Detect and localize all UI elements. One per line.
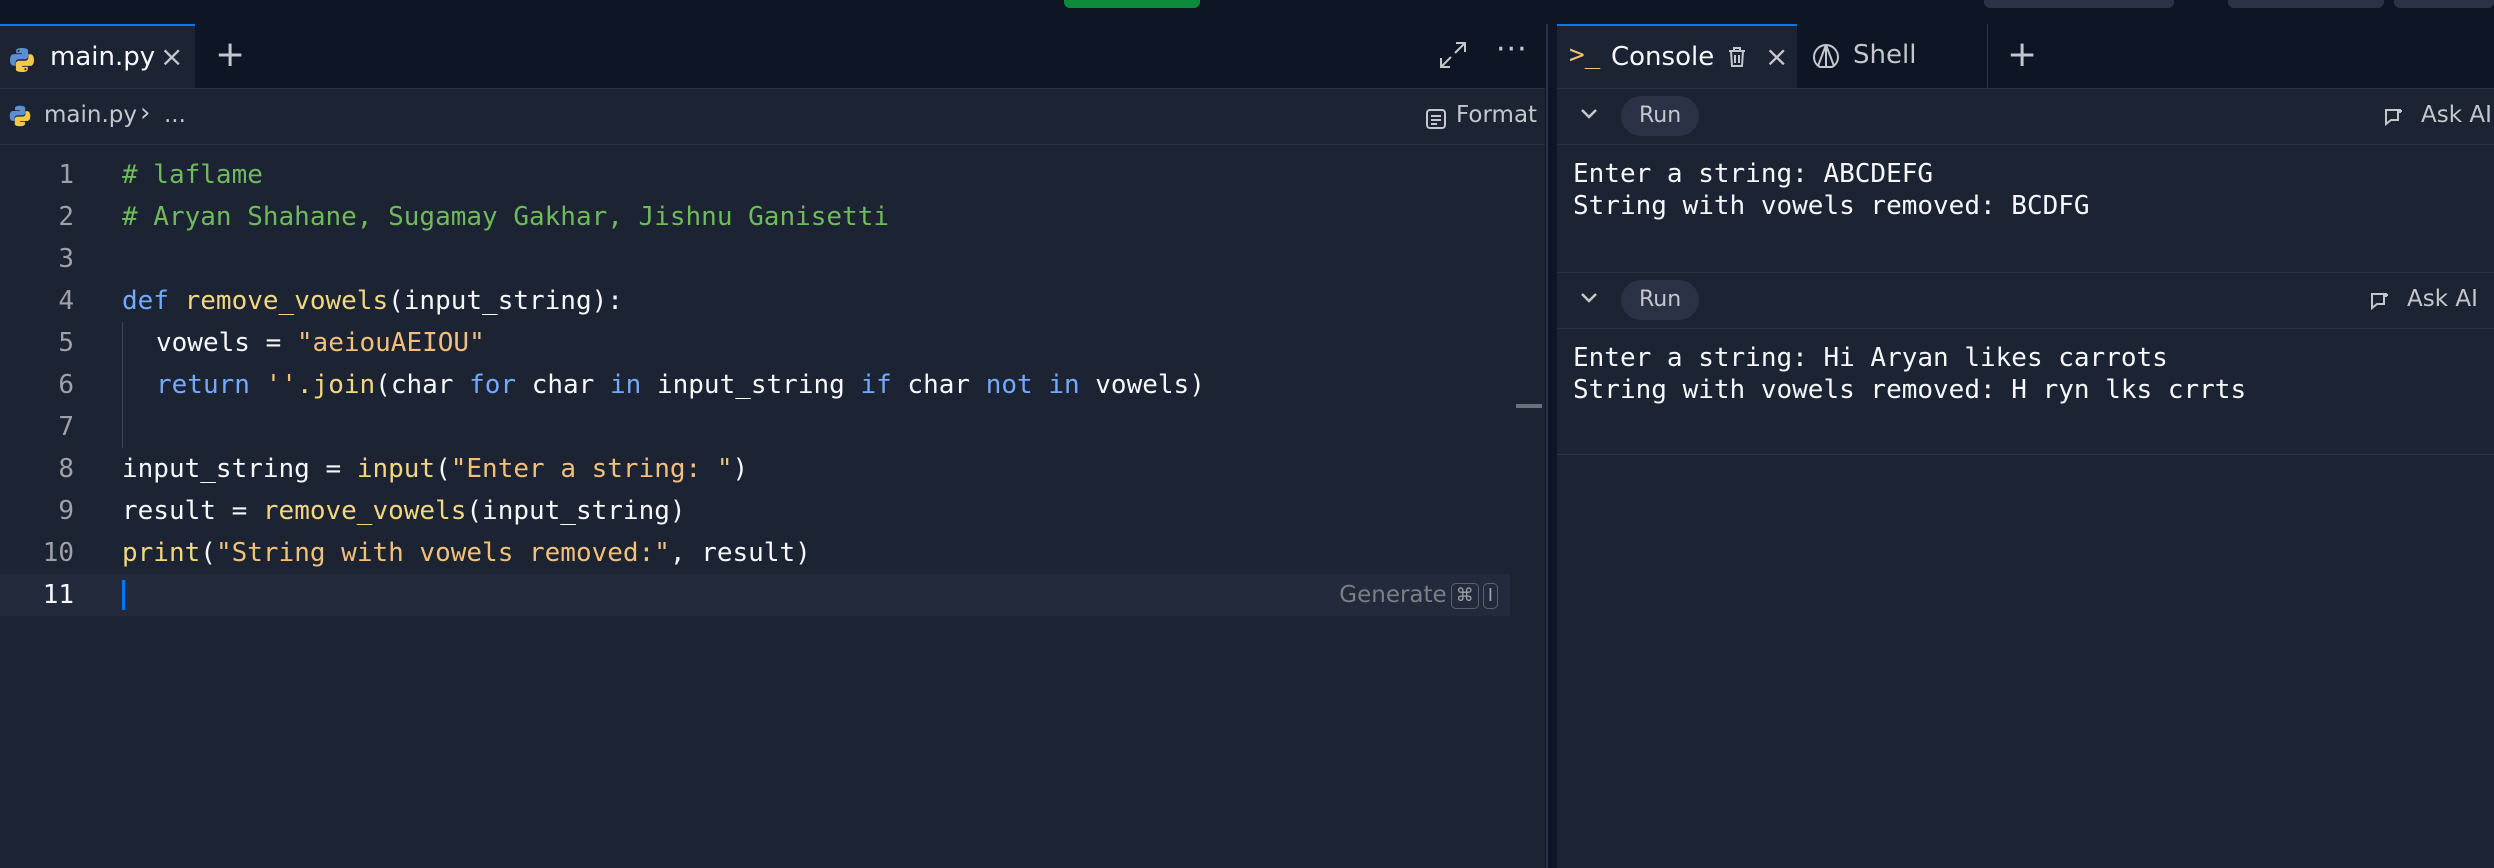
code-line: 4 def remove_vowels(input_string): bbox=[0, 280, 1510, 322]
code-line: 7 bbox=[0, 406, 1510, 448]
code-line: 3 bbox=[0, 238, 1510, 280]
line-number: 7 bbox=[58, 412, 74, 442]
console-pane: >_ Console × Shell + Run Ask AI Enter a … bbox=[1557, 24, 2494, 868]
code-text: def remove_vowels(input_string): bbox=[122, 286, 623, 316]
run-header: Run Ask AI bbox=[1557, 88, 2494, 145]
console-prompt-icon: >_ bbox=[1569, 40, 1601, 70]
python-icon bbox=[8, 104, 32, 132]
indent-guide bbox=[122, 406, 123, 448]
ask-ai-button[interactable]: Ask AI bbox=[2421, 102, 2492, 128]
line-number: 5 bbox=[58, 328, 74, 358]
run-button[interactable]: Run bbox=[1621, 280, 1700, 320]
format-button[interactable]: Format bbox=[1456, 102, 1537, 128]
editor-pane: main.py × + ··· main.py › ... Format 1 # … bbox=[0, 24, 1545, 868]
code-text: result = remove_vowels(input_string) bbox=[122, 496, 686, 526]
code-text: return ''.join(char for char in input_st… bbox=[156, 370, 1205, 400]
breadcrumb-more[interactable]: ... bbox=[164, 102, 186, 128]
code-line: 8 input_string = input("Enter a string: "… bbox=[0, 448, 1510, 490]
line-number: 3 bbox=[58, 244, 74, 274]
line-number: 6 bbox=[58, 370, 74, 400]
code-line: 1 # laflame bbox=[0, 154, 1510, 196]
line-number: 10 bbox=[42, 538, 74, 568]
indent-guide bbox=[122, 322, 123, 364]
console-output: Enter a string: Hi Aryan likes carrots St… bbox=[1573, 342, 2246, 406]
console-tab-bar: >_ Console × Shell + bbox=[1557, 24, 2494, 89]
run-header: Run Ask AI bbox=[1557, 272, 2494, 329]
output-line: String with vowels removed: BCDFG bbox=[1573, 191, 2090, 221]
trash-icon[interactable] bbox=[1727, 46, 1747, 72]
plus-icon[interactable]: + bbox=[215, 34, 245, 75]
ask-ai-icon[interactable] bbox=[2369, 290, 2391, 316]
ask-ai-button[interactable]: Ask AI bbox=[2407, 286, 2478, 312]
code-line: 9 result = remove_vowels(input_string) bbox=[0, 490, 1510, 532]
code-text: # laflame bbox=[122, 160, 263, 190]
run-button[interactable]: Run bbox=[1621, 96, 1700, 136]
tab-label: main.py bbox=[50, 42, 156, 72]
run-separator bbox=[1557, 454, 2494, 455]
code-text: vowels = "aeiouAEIOU" bbox=[156, 328, 485, 358]
toolbar-button[interactable] bbox=[1984, 0, 2174, 8]
tab-label: Shell bbox=[1853, 40, 1917, 70]
line-number: 9 bbox=[58, 496, 74, 526]
scroll-marker bbox=[1516, 404, 1542, 408]
code-line-active: 11 Generate ⌘ I bbox=[0, 574, 1510, 616]
code-line: 10 print("String with vowels removed:", r… bbox=[0, 532, 1510, 574]
chevron-down-icon[interactable] bbox=[1579, 106, 1599, 125]
text-cursor bbox=[122, 580, 125, 610]
output-line: String with vowels removed: H ryn lks cr… bbox=[1573, 375, 2247, 405]
top-toolbar-strip bbox=[0, 0, 2494, 24]
breadcrumb-separator: › bbox=[140, 98, 151, 128]
breadcrumb: main.py › ... Format bbox=[0, 88, 1545, 145]
chevron-down-icon[interactable] bbox=[1579, 290, 1599, 309]
generate-label: Generate bbox=[1339, 582, 1447, 608]
python-icon bbox=[8, 46, 36, 78]
line-number: 1 bbox=[58, 160, 74, 190]
tab-console[interactable]: >_ Console × bbox=[1557, 24, 1797, 88]
toolbar-button[interactable] bbox=[2228, 0, 2384, 8]
code-line: 2 # Aryan Shahane, Sugamay Gakhar, Jishnu… bbox=[0, 196, 1510, 238]
output-line: Enter a string: ABCDEFG bbox=[1573, 159, 1934, 189]
format-icon[interactable] bbox=[1425, 108, 1447, 134]
run-button[interactable] bbox=[1064, 0, 1200, 8]
editor-tab-bar: main.py × + ··· bbox=[0, 24, 1545, 89]
line-number: 11 bbox=[42, 580, 74, 610]
close-icon[interactable]: × bbox=[1765, 40, 1788, 73]
tab-shell[interactable]: Shell bbox=[1797, 24, 1988, 88]
code-editor[interactable]: 1 # laflame 2 # Aryan Shahane, Sugamay Gak… bbox=[0, 154, 1510, 616]
generate-hint[interactable]: Generate ⌘ I bbox=[1339, 574, 1498, 616]
code-text: print("String with vowels removed:", res… bbox=[122, 538, 811, 568]
plus-icon[interactable]: + bbox=[2007, 34, 2037, 75]
code-text: # Aryan Shahane, Sugamay Gakhar, Jishnu … bbox=[122, 202, 890, 232]
kbd-i: I bbox=[1482, 582, 1498, 609]
code-line: 6 return ''.join(char for char in input_s… bbox=[0, 364, 1510, 406]
indent-guide bbox=[122, 364, 123, 406]
toolbar-button[interactable] bbox=[2394, 0, 2494, 8]
close-icon[interactable]: × bbox=[160, 40, 183, 73]
ask-ai-icon[interactable] bbox=[2383, 106, 2405, 132]
pane-divider[interactable] bbox=[1545, 24, 1557, 868]
line-number: 4 bbox=[58, 286, 74, 316]
expand-icon[interactable] bbox=[1438, 40, 1468, 74]
line-number: 2 bbox=[58, 202, 74, 232]
more-icon[interactable]: ··· bbox=[1496, 32, 1528, 67]
line-number: 8 bbox=[58, 454, 74, 484]
tab-main-py[interactable]: main.py × bbox=[0, 24, 195, 88]
breadcrumb-file[interactable]: main.py bbox=[44, 102, 137, 128]
output-line: Enter a string: Hi Aryan likes carrots bbox=[1573, 343, 2168, 373]
shell-icon bbox=[1811, 42, 1841, 74]
tab-label: Console bbox=[1611, 42, 1715, 72]
kbd-cmd: ⌘ bbox=[1450, 582, 1479, 609]
code-line: 5 vowels = "aeiouAEIOU" bbox=[0, 322, 1510, 364]
editor-scrollbar[interactable] bbox=[1516, 144, 1542, 868]
code-text: input_string = input("Enter a string: ") bbox=[122, 454, 749, 484]
console-output: Enter a string: ABCDEFG String with vowel… bbox=[1573, 158, 2090, 222]
